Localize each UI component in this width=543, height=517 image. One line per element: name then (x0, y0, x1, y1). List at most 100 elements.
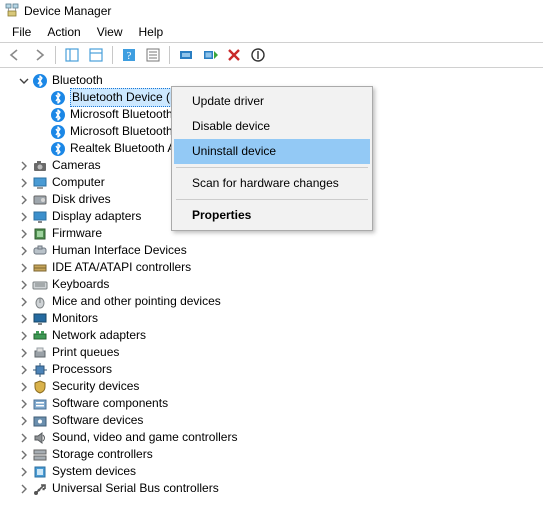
forward-button[interactable] (28, 44, 50, 66)
category-node[interactable]: Software devices (18, 412, 539, 429)
category-node[interactable]: Security devices (18, 378, 539, 395)
keyboard-icon (32, 277, 48, 293)
chevron-right-icon[interactable] (18, 364, 30, 376)
chevron-right-icon[interactable] (18, 160, 30, 172)
category-label: Keyboards (52, 276, 109, 293)
cm-disable-device[interactable]: Disable device (174, 114, 370, 139)
category-label: System devices (52, 463, 136, 480)
chevron-right-icon[interactable] (18, 177, 30, 189)
svg-text:?: ? (127, 50, 132, 62)
security-icon (32, 379, 48, 395)
category-node[interactable]: Keyboards (18, 276, 539, 293)
chevron-right-icon[interactable] (18, 296, 30, 308)
title-bar: Device Manager (0, 0, 543, 22)
category-label: Bluetooth (52, 72, 103, 89)
cm-uninstall-device[interactable]: Uninstall device (174, 139, 370, 164)
category-node[interactable]: Software components (18, 395, 539, 412)
category-node[interactable]: Monitors (18, 310, 539, 327)
usb-icon (32, 481, 48, 497)
swdev-icon (32, 413, 48, 429)
category-label: Network adapters (52, 327, 146, 344)
chevron-right-icon[interactable] (18, 381, 30, 393)
category-node[interactable]: Human Interface Devices (18, 242, 539, 259)
menu-view[interactable]: View (89, 24, 131, 40)
category-node[interactable]: System devices (18, 463, 539, 480)
category-node[interactable]: Print queues (18, 344, 539, 361)
device-tree[interactable]: Bluetooth Bluetooth Device (RFCOMM Proto… (0, 68, 543, 501)
chevron-right-icon[interactable] (18, 415, 30, 427)
category-label: Print queues (52, 344, 119, 361)
category-label: IDE ATA/ATAPI controllers (52, 259, 191, 276)
cm-update-driver[interactable]: Update driver (174, 89, 370, 114)
category-label: Storage controllers (52, 446, 153, 463)
category-node[interactable]: Network adapters (18, 327, 539, 344)
chevron-right-icon[interactable] (18, 449, 30, 461)
chevron-right-icon[interactable] (18, 466, 30, 478)
update-driver-button[interactable] (199, 44, 221, 66)
category-label: Software components (52, 395, 168, 412)
toolbar-separator (112, 46, 113, 64)
chevron-right-icon[interactable] (18, 347, 30, 359)
chevron-right-icon[interactable] (18, 211, 30, 223)
hid-icon (32, 243, 48, 259)
disk-icon (32, 192, 48, 208)
category-label: Security devices (52, 378, 139, 395)
window-title: Device Manager (24, 4, 111, 18)
toolbar: ? (0, 42, 543, 68)
chevron-right-icon[interactable] (18, 313, 30, 325)
menu-bar: File Action View Help (0, 22, 543, 42)
cm-scan-hardware[interactable]: Scan for hardware changes (174, 171, 370, 196)
firmware-icon (32, 226, 48, 242)
chevron-right-icon[interactable] (18, 330, 30, 342)
app-icon (4, 2, 20, 21)
category-label: Disk drives (52, 191, 111, 208)
category-label: Universal Serial Bus controllers (52, 480, 219, 497)
category-label: Cameras (52, 157, 101, 174)
swcomp-icon (32, 396, 48, 412)
category-node[interactable]: Mice and other pointing devices (18, 293, 539, 310)
processor-icon (32, 362, 48, 378)
category-node[interactable]: Processors (18, 361, 539, 378)
help-button[interactable]: ? (118, 44, 140, 66)
camera-icon (32, 158, 48, 174)
bluetooth-icon (50, 107, 66, 123)
chevron-right-icon[interactable] (18, 245, 30, 257)
category-node[interactable]: Sound, video and game controllers (18, 429, 539, 446)
cm-properties[interactable]: Properties (174, 203, 370, 228)
scan-hardware-button[interactable] (175, 44, 197, 66)
computer-icon (32, 175, 48, 191)
properties-sheet-button[interactable] (85, 44, 107, 66)
system-icon (32, 464, 48, 480)
category-node[interactable]: Universal Serial Bus controllers (18, 480, 539, 497)
display-icon (32, 209, 48, 225)
chevron-right-icon[interactable] (18, 279, 30, 291)
cm-separator (176, 167, 368, 168)
action-menu-button[interactable] (142, 44, 164, 66)
menu-file[interactable]: File (4, 24, 39, 40)
printer-icon (32, 345, 48, 361)
monitor-icon (32, 311, 48, 327)
chevron-right-icon[interactable] (18, 262, 30, 274)
cm-separator (176, 199, 368, 200)
chevron-right-icon[interactable] (18, 194, 30, 206)
bluetooth-icon (50, 141, 66, 157)
uninstall-button[interactable] (223, 44, 245, 66)
chevron-right-icon[interactable] (18, 483, 30, 495)
chevron-right-icon[interactable] (18, 228, 30, 240)
sound-icon (32, 430, 48, 446)
menu-action[interactable]: Action (39, 24, 88, 40)
disable-button[interactable] (247, 44, 269, 66)
mouse-icon (32, 294, 48, 310)
context-menu: Update driver Disable device Uninstall d… (171, 86, 373, 231)
chevron-right-icon[interactable] (18, 432, 30, 444)
category-node[interactable]: IDE ATA/ATAPI controllers (18, 259, 539, 276)
category-label: Processors (52, 361, 112, 378)
show-hide-tree-button[interactable] (61, 44, 83, 66)
back-button[interactable] (4, 44, 26, 66)
menu-help[interactable]: Help (131, 24, 172, 40)
chevron-right-icon[interactable] (18, 398, 30, 410)
category-label: Mice and other pointing devices (52, 293, 221, 310)
chevron-down-icon[interactable] (18, 75, 30, 87)
category-label: Monitors (52, 310, 98, 327)
category-node[interactable]: Storage controllers (18, 446, 539, 463)
